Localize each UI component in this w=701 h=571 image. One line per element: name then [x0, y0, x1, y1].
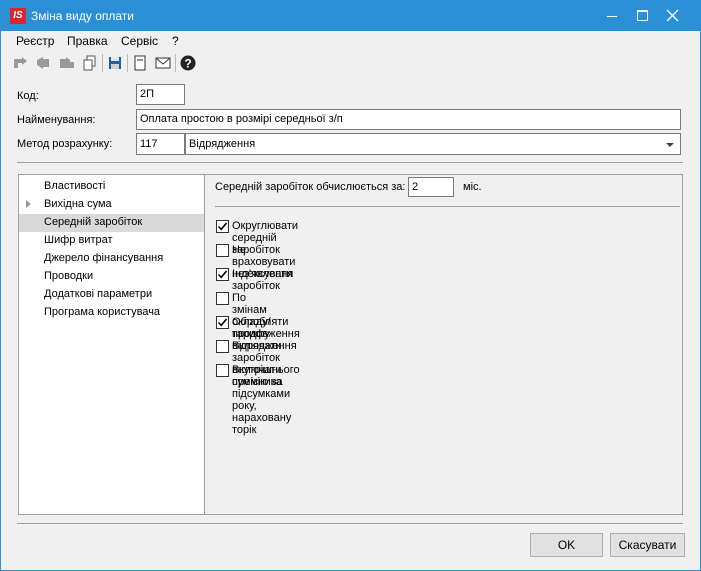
nav-item-cost-code[interactable]: Шифр витрат: [19, 232, 204, 250]
option-label[interactable]: Включати премію за підсумками року, нара…: [232, 364, 291, 436]
checkmark-icon: [217, 270, 228, 279]
salary-changes-checkbox[interactable]: [216, 292, 229, 305]
svg-text:?: ?: [184, 57, 191, 71]
toolbar-separator: [127, 54, 128, 72]
nav-item-properties[interactable]: Властивості: [19, 178, 204, 196]
ok-button[interactable]: OK: [530, 533, 603, 557]
mail-icon[interactable]: [153, 53, 173, 73]
menu-bar: Реєстр Правка Сервіс ?: [1, 31, 700, 51]
chevron-down-icon[interactable]: [666, 143, 674, 147]
option-label[interactable]: Індексувати заробіток: [232, 268, 292, 292]
cancel-button[interactable]: Скасувати: [610, 533, 685, 557]
nav-item-user-program[interactable]: Програма користувача: [19, 304, 204, 322]
nav-item-source-amount[interactable]: Вихідна сума: [19, 196, 204, 214]
title-bar[interactable]: IS Зміна виду оплати: [1, 1, 700, 31]
toolbar-separator: [102, 54, 103, 72]
content-panel: Середній заробіток обчислюється за: 2 мі…: [204, 174, 683, 515]
nav-item-funding-source[interactable]: Джерело фінансування: [19, 250, 204, 268]
divider: [17, 523, 683, 524]
name-label: Найменування:: [17, 114, 96, 126]
toolbar-separator: [175, 54, 176, 72]
internal-part-time-checkbox[interactable]: [216, 340, 229, 353]
edit-icon[interactable]: [34, 53, 54, 73]
nav-item-postings[interactable]: Проводки: [19, 268, 204, 286]
months-input[interactable]: 2: [408, 177, 454, 197]
trip-extension-checkbox[interactable]: [216, 316, 229, 329]
months-label: Середній заробіток обчислюється за:: [215, 181, 406, 193]
nav-panel: Властивості Вихідна сума Середній заробі…: [18, 174, 204, 515]
checkmark-icon: [217, 318, 228, 327]
minimize-button[interactable]: [597, 1, 627, 31]
app-logo-icon: IS: [10, 8, 26, 24]
index-earnings-checkbox[interactable]: [216, 268, 229, 281]
method-label: Метод розрахунку:: [17, 138, 113, 150]
nav-item-additional-params[interactable]: Додаткові параметри: [19, 286, 204, 304]
add-icon[interactable]: [11, 53, 31, 73]
round-average-checkbox[interactable]: [216, 220, 229, 233]
maximize-button[interactable]: [627, 1, 657, 31]
window-title: Зміна виду оплати: [31, 9, 134, 23]
help-icon[interactable]: ?: [178, 53, 198, 73]
divider: [215, 206, 680, 207]
divider: [17, 162, 683, 163]
method-code-input[interactable]: 117: [136, 133, 185, 155]
document-icon[interactable]: [130, 53, 150, 73]
close-icon: [666, 9, 679, 22]
method-select-value: Відрядження: [189, 138, 256, 150]
save-icon[interactable]: [105, 53, 125, 73]
months-unit: міс.: [463, 181, 482, 193]
menu-help[interactable]: ?: [172, 34, 179, 48]
method-select[interactable]: Відрядження: [185, 133, 681, 155]
expand-icon[interactable]: [26, 200, 31, 208]
menu-edit[interactable]: Правка: [67, 34, 108, 48]
copy-icon[interactable]: [80, 53, 100, 73]
annual-bonus-checkbox[interactable]: [216, 364, 229, 377]
checkmark-icon: [217, 222, 228, 231]
maximize-icon: [637, 10, 648, 21]
code-label: Код:: [17, 90, 39, 102]
dialog-window: IS Зміна виду оплати Реєстр Правка Серві…: [0, 0, 701, 571]
delete-icon[interactable]: [57, 53, 77, 73]
minimize-icon: [607, 16, 617, 17]
menu-service[interactable]: Сервіс: [121, 34, 158, 48]
nav-item-average-earnings[interactable]: Середній заробіток: [19, 214, 204, 232]
name-input[interactable]: Оплата простою в розмірі середньої з/п: [136, 109, 681, 130]
menu-registry[interactable]: Реєстр: [16, 34, 54, 48]
close-button[interactable]: [657, 1, 687, 31]
ignore-absence-checkbox[interactable]: [216, 244, 229, 257]
toolbar: ?: [1, 51, 700, 75]
code-input[interactable]: 2П: [136, 84, 185, 105]
